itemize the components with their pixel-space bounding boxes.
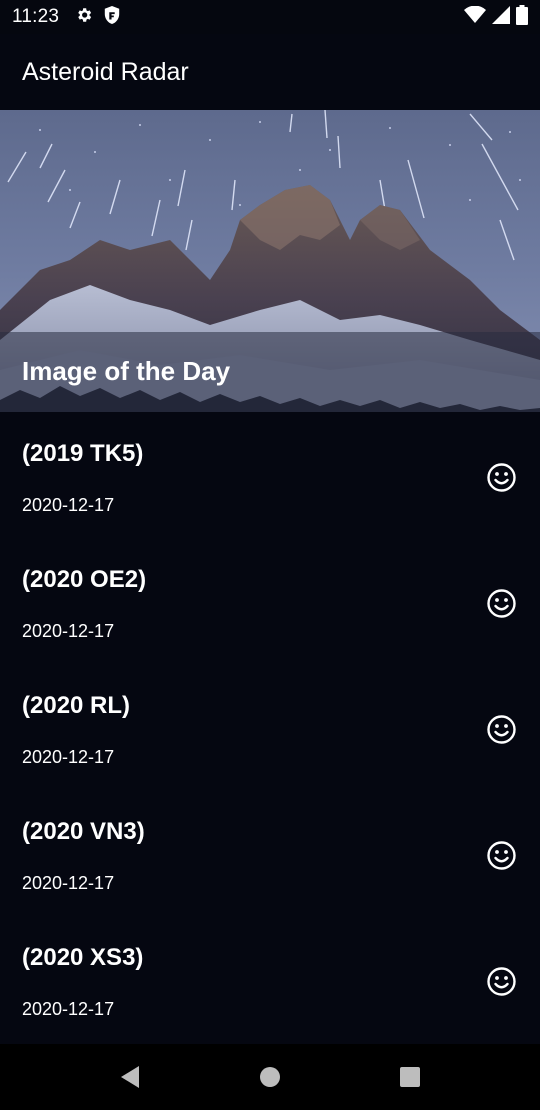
status-time: 11:23 bbox=[12, 6, 60, 27]
image-of-the-day[interactable]: Image of the Day bbox=[0, 110, 540, 412]
recents-icon[interactable] bbox=[390, 1057, 430, 1097]
gear-icon bbox=[75, 6, 93, 29]
asteroid-name: (2020 RL) bbox=[22, 692, 131, 719]
asteroid-date: 2020-12-17 bbox=[22, 873, 115, 893]
status-bar: 11:23 bbox=[0, 0, 540, 34]
asteroid-date: 2020-12-17 bbox=[22, 621, 115, 641]
smiley-face-icon bbox=[485, 839, 518, 872]
asteroid-date: 2020-12-17 bbox=[22, 999, 115, 1019]
app-title: Asteroid Radar bbox=[22, 57, 189, 86]
list-item[interactable]: (2020 VN3) 2020-12-17 bbox=[0, 790, 540, 916]
list-item[interactable]: (2019 TK5) 2020-12-17 bbox=[0, 412, 540, 538]
asteroid-name: (2020 OE2) bbox=[22, 566, 147, 593]
battery-icon bbox=[516, 4, 528, 30]
asteroid-name: (2020 XS3) bbox=[22, 944, 144, 971]
smiley-face-icon bbox=[485, 713, 518, 746]
cell-signal-icon bbox=[492, 5, 510, 29]
asteroid-date: 2020-12-17 bbox=[22, 747, 115, 767]
list-item[interactable]: (2020 XS3) 2020-12-17 bbox=[0, 916, 540, 1042]
smiley-face-icon bbox=[485, 587, 518, 620]
wifi-icon bbox=[464, 5, 486, 29]
asteroid-name: (2020 VN3) bbox=[22, 818, 145, 845]
list-item[interactable]: (2020 RL) 2020-12-17 bbox=[0, 664, 540, 790]
hero-caption: Image of the Day bbox=[22, 356, 231, 386]
navigation-bar bbox=[0, 1044, 540, 1110]
app-bar: Asteroid Radar bbox=[0, 34, 540, 110]
list-item[interactable]: (2020 OE2) 2020-12-17 bbox=[0, 538, 540, 664]
asteroid-name: (2019 TK5) bbox=[22, 440, 144, 467]
home-icon[interactable] bbox=[250, 1057, 290, 1097]
asteroid-list[interactable]: (2019 TK5) 2020-12-17 (2020 OE2) 2020-12… bbox=[0, 412, 540, 1044]
shield-icon bbox=[103, 5, 121, 30]
asteroid-date: 2020-12-17 bbox=[22, 495, 115, 515]
smiley-face-icon bbox=[485, 461, 518, 494]
smiley-face-icon bbox=[485, 965, 518, 998]
back-icon[interactable] bbox=[110, 1057, 150, 1097]
